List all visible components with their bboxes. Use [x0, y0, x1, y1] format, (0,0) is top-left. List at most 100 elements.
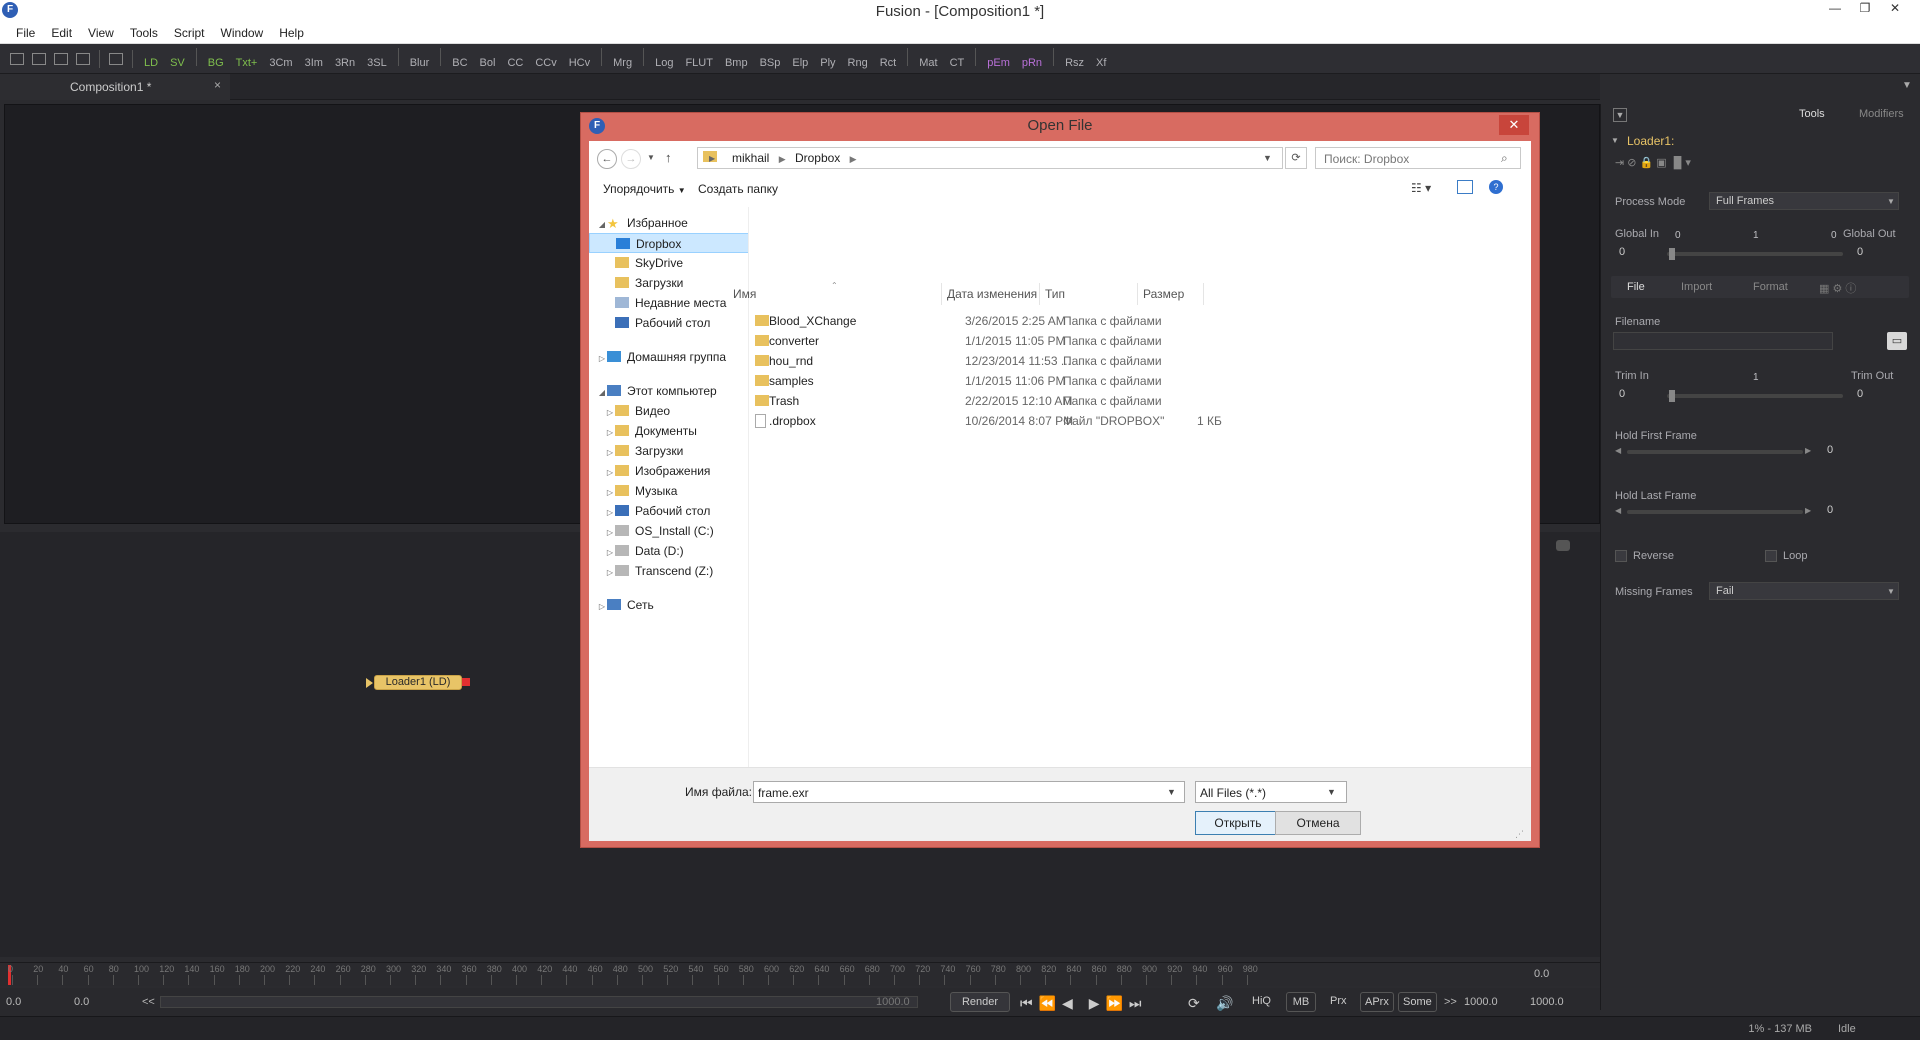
tool-mrg-button[interactable]: Mrg: [613, 57, 632, 69]
tab-tools[interactable]: Tools: [1799, 108, 1825, 120]
tree-expander-icon[interactable]: ▷: [605, 503, 615, 523]
tool-xf-button[interactable]: Xf: [1096, 57, 1106, 69]
node-output-icon[interactable]: [462, 678, 470, 686]
loader-node[interactable]: Loader1 (LD): [374, 675, 462, 690]
tab-modifiers[interactable]: Modifiers: [1859, 108, 1904, 120]
menu-tools[interactable]: Tools: [130, 26, 158, 40]
up-arrow-icon[interactable]: ↑: [665, 150, 672, 165]
tree-expander-icon[interactable]: ▷: [597, 349, 607, 369]
organize-button[interactable]: Упорядочить ▼: [603, 182, 686, 196]
speaker-icon[interactable]: 🔊: [1216, 995, 1233, 1012]
address-chevron-icon[interactable]: ▼: [1263, 153, 1272, 163]
render-button[interactable]: Render: [950, 992, 1010, 1012]
hiq-button[interactable]: HiQ: [1248, 992, 1275, 1012]
process-mode-select[interactable]: Full Frames: [1709, 192, 1899, 210]
breadcrumb-dropbox[interactable]: Dropbox: [795, 151, 840, 165]
view-options-icon[interactable]: ☷ ▾: [1411, 181, 1431, 195]
tool-cc-button[interactable]: CC: [507, 57, 523, 69]
tool-flut-button[interactable]: FLUT: [685, 57, 713, 69]
expand-chevron-icon[interactable]: ▼: [1611, 136, 1619, 145]
global-start-field[interactable]: 0.0: [6, 996, 21, 1008]
column-header-date[interactable]: Дата изменения: [947, 287, 1037, 301]
tool-bol-button[interactable]: Bol: [480, 57, 496, 69]
filename-input[interactable]: [1613, 332, 1833, 350]
tool-rct-button[interactable]: Rct: [880, 57, 897, 69]
column-header-type[interactable]: Тип: [1045, 287, 1065, 301]
resize-grip-icon[interactable]: ⋰: [1515, 829, 1524, 840]
column-divider[interactable]: [1203, 283, 1204, 305]
menu-view[interactable]: View: [88, 26, 114, 40]
tree-expander-icon[interactable]: ◢: [597, 383, 607, 403]
transport-controls[interactable]: ⏮⏪◀ ▶⏩⏭: [1020, 995, 1148, 1012]
file-type-select[interactable]: All Files (*.*): [1195, 781, 1347, 803]
hold-first-field[interactable]: 0: [1821, 442, 1881, 460]
layout-2-icon[interactable]: [32, 52, 46, 65]
tab-close-icon[interactable]: ×: [214, 78, 221, 92]
menu-help[interactable]: Help: [279, 26, 304, 40]
missing-frames-select[interactable]: Fail: [1709, 582, 1899, 600]
tool-pem-button[interactable]: pEm: [987, 57, 1010, 69]
file-row[interactable]: converter 1/1/2015 11:05 PM Папка с файлам…: [749, 331, 1531, 351]
prev-chevron[interactable]: <<: [142, 996, 155, 1008]
global-range-slider[interactable]: [1667, 252, 1843, 256]
nav-item[interactable]: ▷ Музыка: [589, 481, 748, 501]
some-button[interactable]: Some: [1398, 992, 1437, 1012]
nav-item[interactable]: ▷ Домашняя группа: [589, 347, 748, 369]
cancel-button[interactable]: Отмена: [1275, 811, 1361, 835]
nav-item[interactable]: Dropbox: [589, 233, 748, 253]
tree-expander-icon[interactable]: ◢: [597, 215, 607, 235]
subtab-import[interactable]: Import: [1681, 281, 1712, 293]
file-row[interactable]: Trash 2/22/2015 12:10 AM Папка с файлами: [749, 391, 1531, 411]
filename-history-chevron-icon[interactable]: ▼: [1167, 787, 1176, 797]
trim-range-slider[interactable]: [1667, 394, 1843, 398]
file-row[interactable]: Blood_XChange 3/26/2015 2:25 AM Папка с фа…: [749, 311, 1531, 331]
nav-item[interactable]: ▷ Изображения: [589, 461, 748, 483]
loop-icon[interactable]: ⟳: [1188, 995, 1200, 1012]
close-icon[interactable]: ✕: [1882, 1, 1908, 19]
browse-folder-icon[interactable]: ▭: [1887, 332, 1907, 350]
search-input[interactable]: Поиск: Dropbox: [1315, 147, 1521, 169]
trim-out-field[interactable]: 0: [1851, 386, 1901, 404]
reverse-checkbox[interactable]: [1615, 550, 1627, 562]
node-input-icon[interactable]: [366, 678, 373, 688]
print-icon[interactable]: [109, 52, 123, 65]
next-chevron[interactable]: >>: [1444, 996, 1457, 1008]
tool-hcv-button[interactable]: HCv: [569, 57, 590, 69]
nav-item[interactable]: ▷ Документы: [589, 421, 748, 443]
nav-item[interactable]: ▷ Сеть: [589, 595, 748, 615]
file-row[interactable]: samples 1/1/2015 11:06 PM Папка с файлами: [749, 371, 1531, 391]
new-folder-button[interactable]: Создать папку: [698, 182, 778, 196]
nav-item[interactable]: ▷ OS_Install (C:): [589, 521, 748, 541]
tree-expander-icon[interactable]: ▷: [605, 443, 615, 463]
hold-last-right-icon[interactable]: ▶: [1805, 506, 1811, 515]
refresh-icon[interactable]: ⟳: [1285, 147, 1307, 169]
search-icon[interactable]: ⌕: [1501, 151, 1508, 166]
hold-last-field[interactable]: 0: [1821, 502, 1881, 520]
tool-control-icons[interactable]: ⇥ ⊘ 🔒 ▣ ▐▌▾: [1615, 156, 1691, 169]
tree-expander-icon[interactable]: ▷: [605, 463, 615, 483]
range-bar[interactable]: [160, 996, 918, 1008]
help-icon[interactable]: ?: [1489, 180, 1503, 194]
nav-item[interactable]: ▷ Transcend (Z:): [589, 561, 748, 581]
hold-last-slider[interactable]: [1627, 510, 1803, 514]
nav-item[interactable]: ▷ Рабочий стол: [589, 501, 748, 523]
tree-expander-icon[interactable]: ▷: [605, 423, 615, 443]
tool-mat-button[interactable]: Mat: [919, 57, 937, 69]
minimize-icon[interactable]: —: [1822, 1, 1848, 19]
prx-button[interactable]: Prx: [1326, 992, 1351, 1012]
tool-bmp-button[interactable]: Bmp: [725, 57, 748, 69]
menu-file[interactable]: File: [16, 26, 35, 40]
tool-log-button[interactable]: Log: [655, 57, 673, 69]
nav-item[interactable]: ▷ Data (D:): [589, 541, 748, 563]
file-row[interactable]: .dropbox 10/26/2014 8:07 PM Файл "DROPBOX"…: [749, 411, 1531, 431]
column-header-size[interactable]: Размер: [1143, 287, 1184, 301]
tree-expander-icon[interactable]: ▷: [605, 543, 615, 563]
tool-sv-button[interactable]: SV: [170, 57, 185, 69]
column-divider[interactable]: [1039, 283, 1040, 305]
breadcrumb-mikhail[interactable]: mikhail: [732, 151, 769, 165]
file-list[interactable]: Blood_XChange 3/26/2015 2:25 AM Папка с фа…: [749, 207, 1531, 767]
subtab-file[interactable]: File: [1627, 281, 1645, 293]
timeline-ruler[interactable]: 0 20 40 60 80 100 120 140 160 180 200 220 240 260 280 3…: [0, 962, 1600, 986]
dialog-close-icon[interactable]: ✕: [1499, 115, 1529, 135]
menu-window[interactable]: Window: [221, 26, 264, 40]
